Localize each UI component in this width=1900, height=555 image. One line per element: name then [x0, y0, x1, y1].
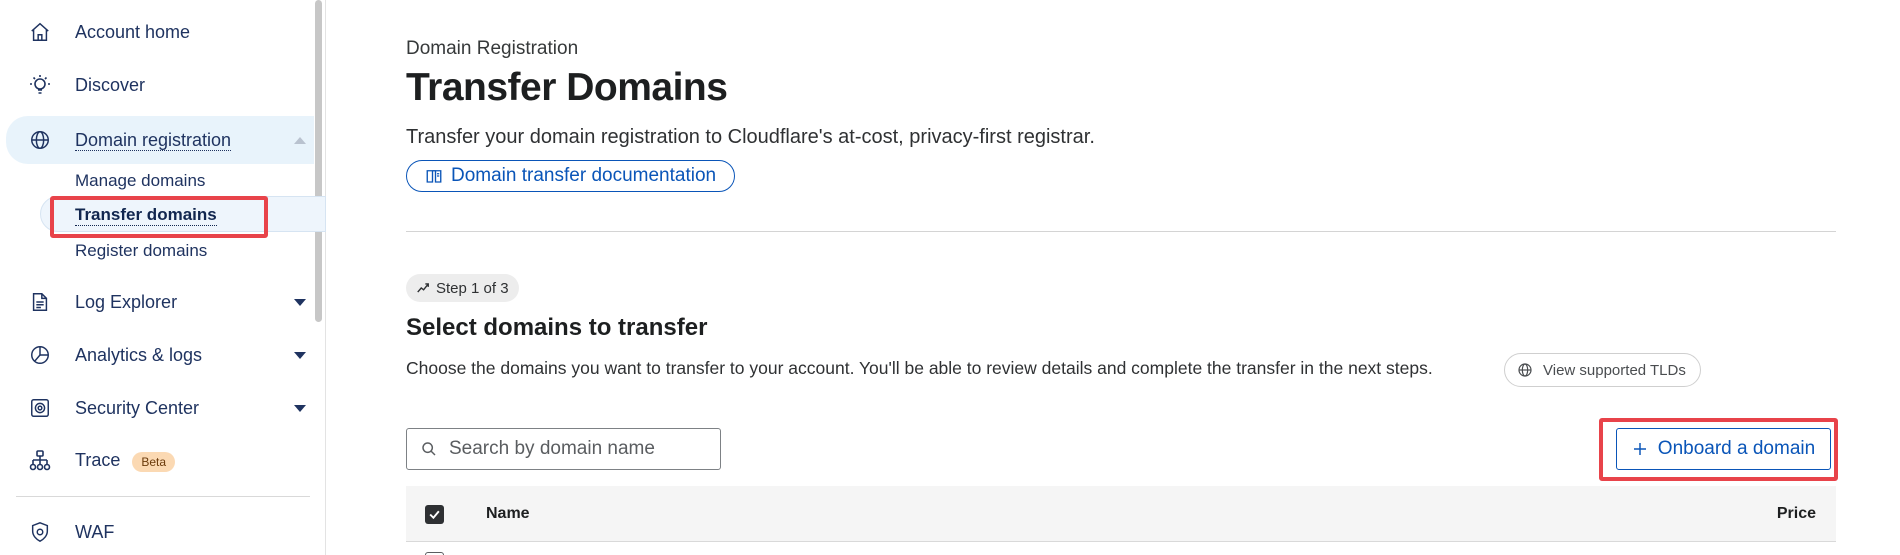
sidebar-subitem-register-domains[interactable]: Register domains [75, 241, 207, 261]
column-header-price[interactable]: Price [1777, 505, 1816, 523]
lightbulb-icon [28, 73, 52, 97]
log-file-icon [28, 290, 52, 314]
checkmark-icon [429, 510, 440, 520]
section-divider [406, 231, 1836, 232]
pie-chart-icon [28, 343, 52, 367]
sidebar-subitem-manage-domains[interactable]: Manage domains [75, 171, 205, 191]
page-description: Transfer your domain registration to Clo… [406, 126, 1095, 148]
sidebar-item-label: Discover [75, 74, 146, 95]
beta-badge: Beta [132, 451, 176, 472]
search-box[interactable] [406, 428, 721, 470]
chevron-up-icon[interactable] [294, 136, 306, 144]
sidebar-item-security-center[interactable]: Security Center [0, 386, 312, 430]
sidebar-item-log-explorer[interactable]: Log Explorer [0, 280, 312, 324]
chevron-down-icon[interactable] [294, 404, 306, 412]
app-window: Account home Discover Domain registratio… [0, 0, 1900, 555]
section-title: Select domains to transfer [406, 314, 708, 341]
column-header-name[interactable]: Name [486, 505, 530, 523]
sidebar-item-trace[interactable]: Trace Beta [0, 439, 312, 483]
trace-icon [28, 449, 52, 473]
sidebar-item-label: WAF [75, 521, 115, 542]
chevron-down-icon[interactable] [294, 351, 306, 359]
page-title: Transfer Domains [406, 66, 728, 109]
highlight-transfer-domains [50, 196, 268, 238]
sidebar-item-domain-registration[interactable]: Domain registration [6, 116, 314, 164]
sidebar-item-discover[interactable]: Discover [0, 63, 312, 107]
sidebar-item-label: Security Center [75, 397, 200, 418]
search-input[interactable] [449, 438, 699, 460]
sidebar-scrollbar[interactable] [315, 0, 322, 322]
section-description: Choose the domains you want to transfer … [406, 358, 1433, 378]
sidebar-item-label: Log Explorer [75, 291, 178, 312]
book-icon [426, 170, 442, 183]
sidebar-item-account-home[interactable]: Account home [0, 10, 312, 54]
security-center-icon [28, 396, 52, 420]
view-supported-tlds-button[interactable]: View supported TLDs [1504, 353, 1701, 387]
tld-button-label: View supported TLDs [1543, 361, 1686, 379]
sidebar-item-analytics-logs[interactable]: Analytics & logs [0, 333, 312, 377]
home-icon [28, 20, 52, 44]
sidebar-divider [16, 496, 310, 497]
globe-icon [1518, 363, 1532, 377]
breadcrumb: Domain Registration [406, 38, 579, 59]
sidebar-item-label: Analytics & logs [75, 344, 203, 365]
shield-icon [28, 520, 52, 544]
sidebar-item-label: Account home [75, 21, 191, 42]
step-label: Step 1 of 3 [436, 279, 509, 297]
step-indicator: Step 1 of 3 [406, 274, 519, 302]
trend-icon [417, 283, 429, 293]
sidebar-item-waf[interactable]: WAF [0, 510, 312, 554]
sidebar-item-label: Trace Beta [75, 450, 176, 472]
chevron-down-icon[interactable] [294, 298, 306, 306]
select-all-checkbox[interactable] [425, 505, 444, 524]
highlight-onboard-domain [1599, 418, 1838, 481]
table-header: Name Price [406, 486, 1836, 542]
sidebar: Account home Discover Domain registratio… [0, 0, 326, 555]
sidebar-item-label: Domain registration [75, 129, 232, 151]
domain-transfer-docs-link[interactable]: Domain transfer documentation [406, 160, 736, 192]
globe-icon [28, 128, 52, 152]
doc-link-label: Domain transfer documentation [451, 165, 717, 186]
trace-label: Trace [75, 450, 121, 471]
search-icon [422, 442, 436, 456]
